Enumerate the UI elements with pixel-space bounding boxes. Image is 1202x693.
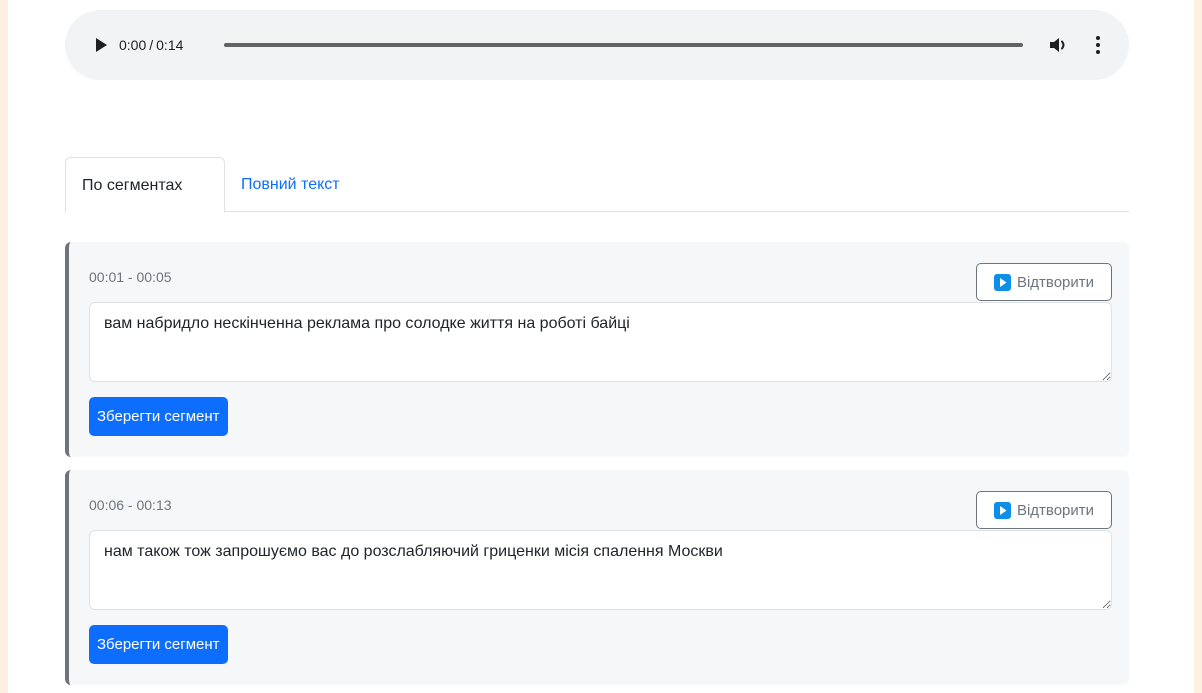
tab-full-text[interactable]: Повний текст — [225, 157, 356, 212]
audio-player: 0:00/0:14 — [65, 10, 1129, 80]
segment-time-range: 00:06 - 00:13 — [89, 497, 172, 513]
audio-progress-bar[interactable] — [224, 43, 1023, 47]
segment-play-label: Відтворити — [1016, 501, 1095, 519]
segment-play-button[interactable]: Відтворити — [976, 491, 1112, 529]
more-vertical-icon[interactable] — [1090, 34, 1106, 56]
segment-play-label: Відтворити — [1016, 273, 1095, 291]
segment-card: 00:06 - 00:13 Відтворити нам також тож з… — [65, 470, 1129, 685]
segment-play-button[interactable]: Відтворити — [976, 263, 1112, 301]
volume-icon[interactable] — [1048, 35, 1070, 55]
segment-text-input[interactable]: нам також тож запрошуємо вас до розслабл… — [89, 530, 1112, 610]
audio-time-separator: / — [149, 37, 154, 53]
play-icon[interactable] — [91, 35, 111, 55]
tab-bar: По сегментах Повний текст — [65, 157, 1129, 213]
save-segment-button[interactable]: Зберегти сегмент — [89, 625, 228, 664]
segment-time-range: 00:01 - 00:05 — [89, 269, 172, 285]
page: 0:00/0:14 По сегментах Повний текст 00:0… — [8, 0, 1194, 693]
play-square-icon — [993, 501, 1011, 519]
audio-current-time: 0:00 — [119, 37, 147, 53]
tab-segments[interactable]: По сегментах — [65, 157, 225, 213]
segment-card: 00:01 - 00:05 Відтворити вам набридло не… — [65, 242, 1129, 457]
play-square-icon — [993, 273, 1011, 291]
segment-text-input[interactable]: вам набридло нескінченна реклама про сол… — [89, 302, 1112, 382]
save-segment-button[interactable]: Зберегти сегмент — [89, 397, 228, 436]
audio-duration: 0:14 — [156, 37, 184, 53]
audio-time: 0:00/0:14 — [119, 36, 183, 54]
